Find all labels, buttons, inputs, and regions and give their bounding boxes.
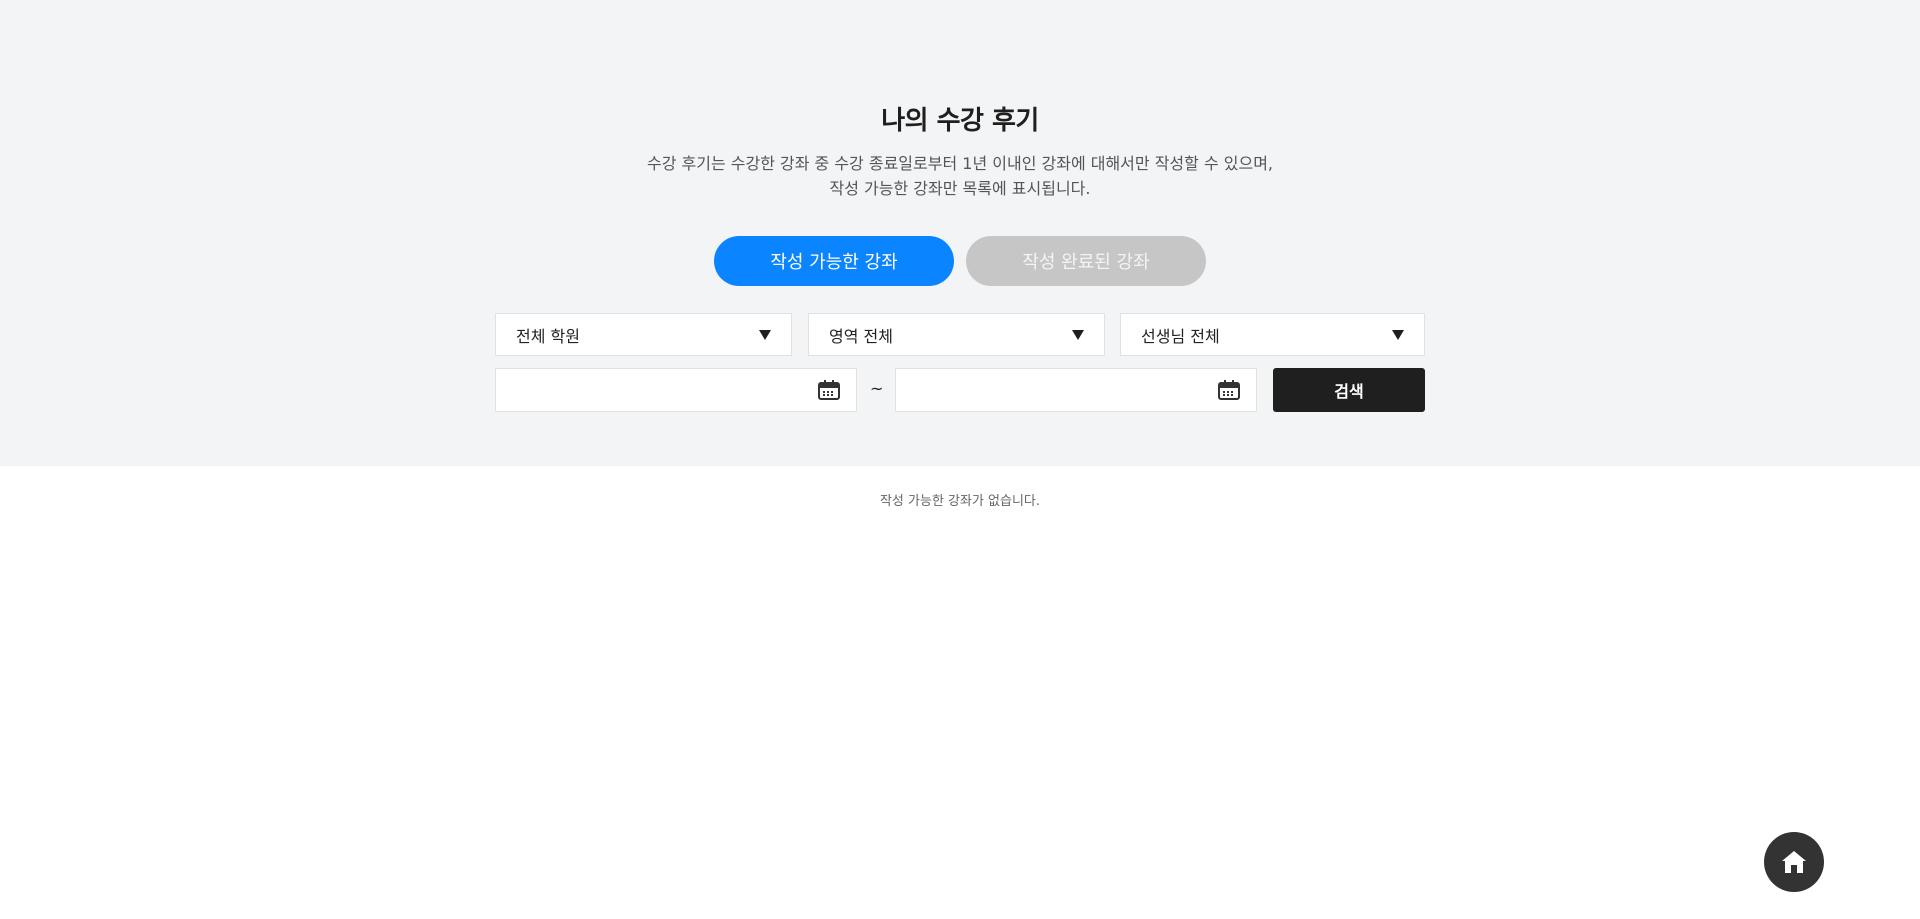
- area-select-value: 영역 전체: [829, 326, 893, 346]
- dropdown-arrow-icon: [759, 329, 771, 340]
- home-icon: [1782, 851, 1806, 873]
- area-select[interactable]: 영역 전체: [808, 313, 1105, 356]
- description-line-1: 수강 후기는 수강한 강좌 중 수강 종료일로부터 1년 이내인 강좌에 대해서…: [646, 154, 1274, 173]
- calendar-icon[interactable]: [1218, 380, 1240, 400]
- start-date-field: [495, 368, 857, 412]
- page-description: 수강 후기는 수강한 강좌 중 수강 종료일로부터 1년 이내인 강좌에 대해서…: [0, 151, 1920, 201]
- home-button[interactable]: [1764, 832, 1824, 892]
- description-line-2: 작성 가능한 강좌만 목록에 표시됩니다.: [829, 179, 1091, 198]
- teacher-select[interactable]: 선생님 전체: [1120, 313, 1425, 356]
- tab-available-courses[interactable]: 작성 가능한 강좌: [714, 236, 954, 286]
- calendar-icon[interactable]: [818, 380, 840, 400]
- teacher-select-value: 선생님 전체: [1141, 326, 1220, 346]
- academy-select[interactable]: 전체 학원: [495, 313, 792, 356]
- start-date-input[interactable]: [512, 369, 818, 411]
- end-date-field: [895, 368, 1257, 412]
- date-range-separator: ~: [870, 379, 884, 398]
- tab-completed-courses[interactable]: 작성 완료된 강좌: [966, 236, 1206, 286]
- academy-select-value: 전체 학원: [516, 326, 580, 346]
- search-button[interactable]: 검색: [1273, 368, 1425, 412]
- dropdown-arrow-icon: [1072, 329, 1084, 340]
- page-title: 나의 수강 후기: [881, 106, 1039, 136]
- end-date-input[interactable]: [912, 369, 1218, 411]
- filter-section: 나의 수강 후기 수강 후기는 수강한 강좌 중 수강 종료일로부터 1년 이내…: [0, 0, 1920, 466]
- empty-results-message: 작성 가능한 강좌가 없습니다.: [879, 494, 1041, 509]
- dropdown-arrow-icon: [1392, 329, 1404, 340]
